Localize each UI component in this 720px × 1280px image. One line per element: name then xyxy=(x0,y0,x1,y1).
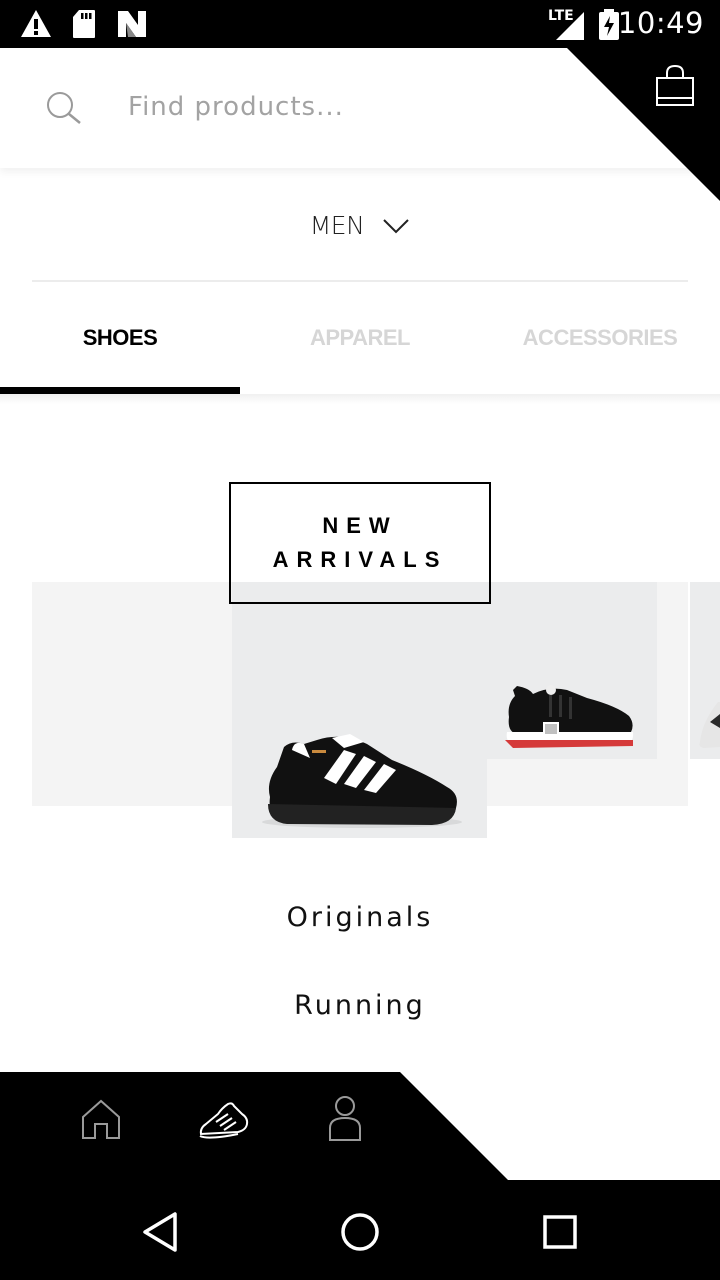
product-card[interactable] xyxy=(690,582,720,759)
status-bar: LTE 10:49 xyxy=(0,0,720,48)
clock: 10:49 xyxy=(617,6,704,40)
new-arrivals-heading[interactable]: NEW ARRIVALS xyxy=(229,482,491,604)
product-card[interactable] xyxy=(487,582,657,759)
battery-charging-icon xyxy=(599,9,619,40)
product-card[interactable] xyxy=(232,582,487,838)
category-running[interactable]: Running xyxy=(0,990,720,1021)
header-corner-decoration xyxy=(567,48,720,201)
gender-selector[interactable]: MEN xyxy=(0,190,720,260)
tab-apparel[interactable]: APPAREL xyxy=(240,282,480,394)
back-icon[interactable] xyxy=(140,1210,180,1254)
shoe-image xyxy=(505,685,634,748)
signal-icon xyxy=(556,12,584,40)
n-logo-icon xyxy=(118,11,146,37)
shopping-bag-icon[interactable] xyxy=(654,64,696,108)
category-tabs: SHOES APPAREL ACCESSORIES xyxy=(0,282,720,394)
search-icon[interactable] xyxy=(44,90,84,126)
sd-card-icon xyxy=(73,10,95,38)
home-circle-icon[interactable] xyxy=(338,1210,382,1254)
new-arrivals-line2: ARRIVALS xyxy=(272,547,448,572)
profile-icon[interactable] xyxy=(326,1094,364,1142)
category-originals[interactable]: Originals xyxy=(0,902,720,933)
tab-shoes[interactable]: SHOES xyxy=(0,282,240,394)
recents-icon[interactable] xyxy=(540,1210,580,1254)
tabs-shadow xyxy=(0,394,720,404)
search-input[interactable] xyxy=(126,84,550,130)
shoe-icon[interactable] xyxy=(198,1100,250,1142)
warning-icon xyxy=(21,10,51,37)
active-tab-indicator xyxy=(0,387,240,394)
shoe-image xyxy=(699,702,720,748)
home-icon[interactable] xyxy=(80,1098,122,1140)
tab-accessories[interactable]: ACCESSORIES xyxy=(480,282,720,394)
gender-label: MEN xyxy=(309,210,365,240)
chevron-down-icon xyxy=(383,219,409,234)
new-arrivals-line1: NEW xyxy=(322,513,398,538)
shoe-image xyxy=(262,734,462,828)
